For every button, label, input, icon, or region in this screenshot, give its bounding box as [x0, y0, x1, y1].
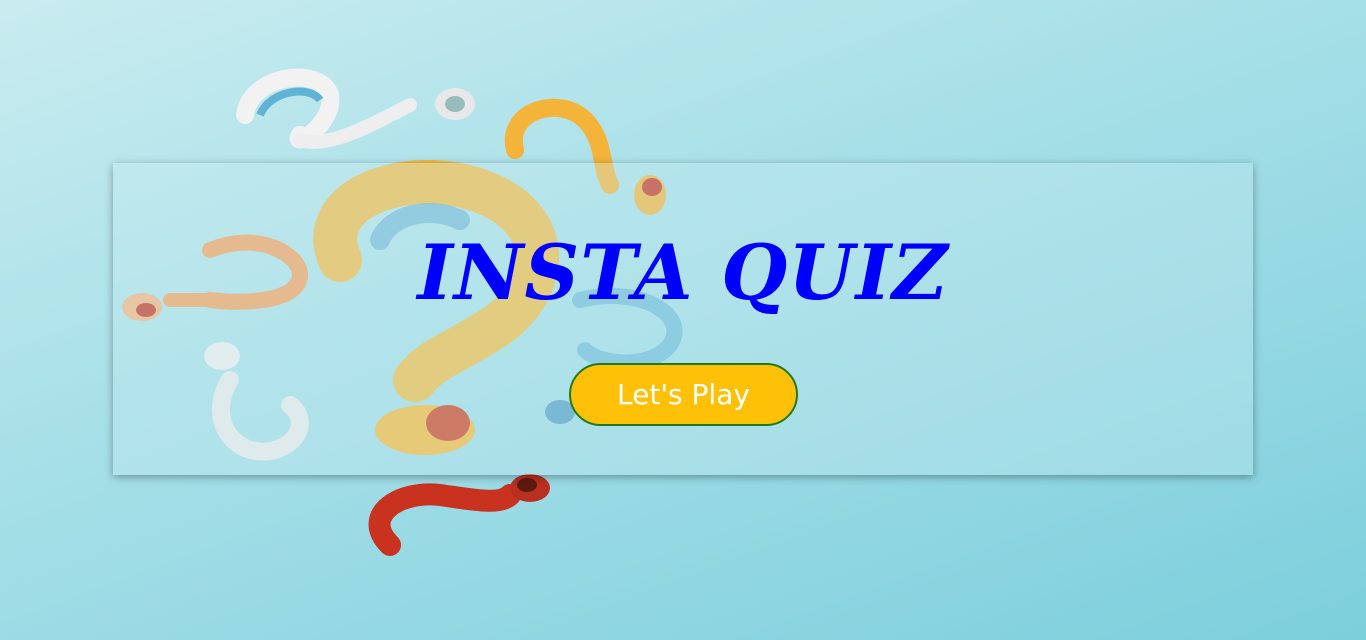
quiz-title: INSTA QUIZ — [417, 228, 949, 317]
hero-panel: INSTA QUIZ Let's Play — [113, 163, 1253, 475]
lets-play-button[interactable]: Let's Play — [569, 363, 798, 426]
